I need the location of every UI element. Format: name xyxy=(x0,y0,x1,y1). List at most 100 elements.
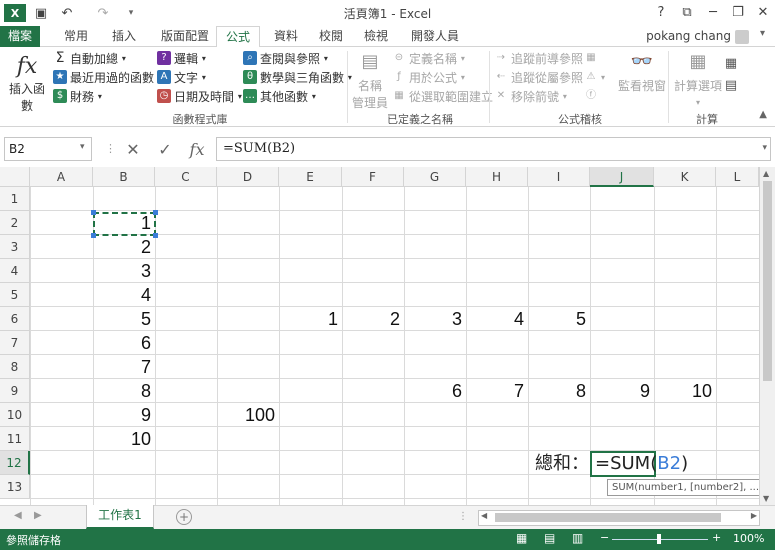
math-button[interactable]: θ 數學與三角函數 ▾ xyxy=(243,68,352,86)
page-layout-view-icon[interactable]: ▤ xyxy=(544,531,555,545)
zoom-level[interactable]: 100% xyxy=(733,532,764,545)
cell-H6[interactable]: 4 xyxy=(466,307,528,331)
page-break-view-icon[interactable]: ▥ xyxy=(572,531,583,545)
restore-button[interactable]: ❐ xyxy=(727,2,749,22)
watch-window-button[interactable]: 👓 監看視窗 xyxy=(616,51,668,94)
row-header-12[interactable]: 12 xyxy=(0,451,30,475)
row-header-8[interactable]: 8 xyxy=(0,355,30,379)
cell-B6[interactable]: 5 xyxy=(93,307,155,331)
column-header-C[interactable]: C xyxy=(155,167,217,187)
zoom-out-icon[interactable]: − xyxy=(600,531,609,544)
recent-functions-button[interactable]: ★最近用過的函數 ▾ xyxy=(53,68,162,86)
close-button[interactable]: ✕ xyxy=(752,2,774,22)
use-in-formula-button[interactable]: ƒ 用於公式 ▾ xyxy=(392,68,465,86)
remove-arrows-button[interactable]: ✕ 移除箭號 ▾ xyxy=(494,87,567,105)
cell-J9[interactable]: 9 xyxy=(590,379,654,403)
minimize-button[interactable]: ─ xyxy=(702,2,724,22)
lookup-button[interactable]: ⌕ 查閱與參照 ▾ xyxy=(243,49,328,67)
tab-home[interactable]: 常用 xyxy=(52,26,100,47)
column-header-I[interactable]: I xyxy=(528,167,590,187)
insert-function-button[interactable]: fx 插入函數 xyxy=(4,53,50,114)
insert-function-fx-icon[interactable]: fx xyxy=(182,137,212,161)
cell-B8[interactable]: 7 xyxy=(93,355,155,379)
range-handle[interactable] xyxy=(91,233,96,238)
cell-B9[interactable]: 8 xyxy=(93,379,155,403)
sheet-tab-1[interactable]: 工作表1 xyxy=(86,505,154,529)
define-name-button[interactable]: ⊝ 定義名稱 ▾ xyxy=(392,49,465,67)
horizontal-scrollbar[interactable]: ◀ ▶ xyxy=(478,510,760,526)
zoom-in-icon[interactable]: + xyxy=(712,531,721,544)
range-handle[interactable] xyxy=(153,210,158,215)
column-header-A[interactable]: A xyxy=(30,167,93,187)
cell-F6[interactable]: 2 xyxy=(342,307,404,331)
cancel-icon[interactable]: ✕ xyxy=(120,137,146,161)
range-handle[interactable] xyxy=(91,210,96,215)
row-header-2[interactable]: 2 xyxy=(0,211,30,235)
formula-input[interactable]: =SUM(B2) xyxy=(216,137,771,161)
avatar[interactable] xyxy=(735,30,749,44)
cell-B11[interactable]: 10 xyxy=(93,427,155,451)
tab-insert[interactable]: 插入 xyxy=(103,26,145,47)
create-from-selection-button[interactable]: ▦ 從選取範圍建立 xyxy=(392,87,493,105)
error-checking-icon[interactable]: ⚠ ▾ xyxy=(584,68,606,86)
zoom-slider-thumb[interactable] xyxy=(657,534,661,544)
range-handle[interactable] xyxy=(153,233,158,238)
financial-button[interactable]: $ 財務 ▾ xyxy=(53,87,102,105)
row-header-11[interactable]: 11 xyxy=(0,427,30,451)
cell-B3[interactable]: 2 xyxy=(93,235,155,259)
column-header-F[interactable]: F xyxy=(342,167,404,187)
vertical-scrollbar[interactable]: ▲ ▼ xyxy=(759,167,775,505)
cell-D10[interactable]: 100 xyxy=(217,403,279,427)
cell-B5[interactable]: 4 xyxy=(93,283,155,307)
user-name[interactable]: pokang chang xyxy=(646,26,731,47)
ribbon-display-icon[interactable]: ⧉ xyxy=(676,2,698,22)
calc-sheet-icon[interactable]: ▤ xyxy=(724,77,741,95)
name-box-dropdown-icon[interactable]: ▾ xyxy=(80,142,85,152)
cell-B10[interactable]: 9 xyxy=(93,403,155,427)
column-header-J[interactable]: J xyxy=(590,167,654,187)
row-header-3[interactable]: 3 xyxy=(0,235,30,259)
tab-data[interactable]: 資料 xyxy=(265,26,307,47)
calc-now-icon[interactable]: ▦ xyxy=(724,55,741,73)
row-header-5[interactable]: 5 xyxy=(0,283,30,307)
tab-page-layout[interactable]: 版面配置 xyxy=(150,26,220,47)
scroll-down-icon[interactable]: ▼ xyxy=(763,494,769,503)
row-header-13[interactable]: 13 xyxy=(0,475,30,499)
cell-B7[interactable]: 6 xyxy=(93,331,155,355)
cell-G9[interactable]: 6 xyxy=(404,379,466,403)
scroll-thumb[interactable] xyxy=(763,181,772,381)
row-header-9[interactable]: 9 xyxy=(0,379,30,403)
column-header-H[interactable]: H xyxy=(466,167,528,187)
row-header-10[interactable]: 10 xyxy=(0,403,30,427)
row-header-6[interactable]: 6 xyxy=(0,307,30,331)
tab-developer[interactable]: 開發人員 xyxy=(400,26,470,47)
text-button[interactable]: A 文字 ▾ xyxy=(157,68,206,86)
column-header-B[interactable]: B xyxy=(93,167,155,187)
row-header-1[interactable]: 1 xyxy=(0,187,30,211)
tab-view[interactable]: 檢視 xyxy=(355,26,397,47)
calc-options-button[interactable]: ▦ 計算選項 ▾ xyxy=(672,51,724,108)
evaluate-formula-icon[interactable]: ⓕ xyxy=(584,87,601,105)
name-manager-button[interactable]: ▤ 名稱 管理員 xyxy=(350,51,390,111)
scroll-up-icon[interactable]: ▲ xyxy=(763,169,769,178)
help-button[interactable]: ? xyxy=(650,2,672,22)
spreadsheet-grid[interactable]: ABCDEFGHIJKL 1 2 3 4 5 6 7 8 9 10 11 12 13 123456789… xyxy=(0,167,759,505)
cell-B4[interactable]: 3 xyxy=(93,259,155,283)
cell-G6[interactable]: 3 xyxy=(404,307,466,331)
column-header-E[interactable]: E xyxy=(279,167,342,187)
tab-split-icon[interactable]: ⋮ xyxy=(458,511,468,522)
active-cell-editor[interactable]: =SUM(B2) xyxy=(590,451,688,477)
name-box[interactable]: B2 xyxy=(4,137,92,161)
logical-button[interactable]: ? 邏輯 ▾ xyxy=(157,49,206,67)
datetime-button[interactable]: ◷ 日期及時間 ▾ xyxy=(157,87,242,105)
tab-file[interactable]: 檔案 xyxy=(0,26,40,47)
cell-E6[interactable]: 1 xyxy=(279,307,342,331)
trace-dependents-button[interactable]: ⇠ 追蹤從屬參照 xyxy=(494,68,583,86)
row-header-7[interactable]: 7 xyxy=(0,331,30,355)
row-header-4[interactable]: 4 xyxy=(0,259,30,283)
cell-I6[interactable]: 5 xyxy=(528,307,590,331)
column-header-L[interactable]: L xyxy=(716,167,759,187)
expand-formula-bar-icon[interactable]: ▾ xyxy=(762,143,767,153)
trace-precedents-button[interactable]: ⇢ 追蹤前導參照 xyxy=(494,49,583,67)
cell-K9[interactable]: 10 xyxy=(654,379,716,403)
